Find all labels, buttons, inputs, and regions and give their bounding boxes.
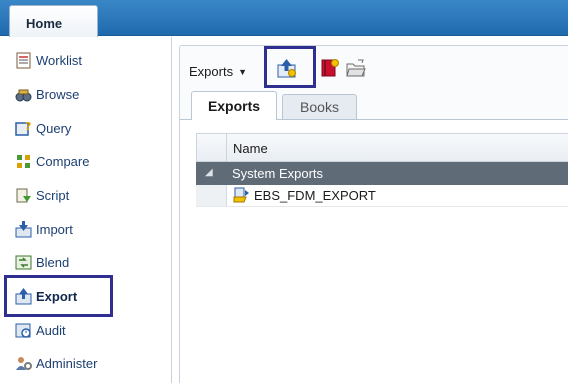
exports-menu-label: Exports (189, 64, 234, 79)
sidebar-item-label: Browse (36, 86, 80, 102)
collapse-triangle-icon[interactable]: ◢ (205, 167, 213, 178)
top-bar: Home (0, 0, 568, 37)
sidebar-nav: Worklist Browse ? Query Compare Script I… (0, 37, 172, 383)
row-header-cell (196, 185, 227, 206)
audit-icon (15, 323, 31, 338)
row-name: EBS_FDM_EXPORT (254, 188, 376, 203)
query-icon: ? (15, 120, 31, 136)
export-definition-icon (233, 187, 249, 203)
sidebar-item-browse[interactable]: Browse (15, 81, 79, 107)
import-icon (15, 220, 32, 237)
grid-corner-cell (197, 134, 227, 161)
tab-home[interactable]: Home (9, 5, 98, 37)
column-header-name[interactable]: Name (233, 141, 268, 156)
sidebar-item-worklist[interactable]: Worklist (15, 47, 82, 73)
new-export-highlight-box (264, 46, 316, 88)
exports-tab-content: Name ◢ System Exports EBS_FDM_EXPORT (180, 119, 568, 383)
sidebar-item-blend[interactable]: Blend (15, 249, 69, 275)
sidebar-item-label: Audit (36, 322, 66, 338)
sidebar-item-audit[interactable]: Audit (15, 317, 66, 343)
group-label: System Exports (232, 166, 324, 181)
group-row-system-exports[interactable]: ◢ System Exports (196, 162, 568, 185)
tab-exports[interactable]: Exports (191, 91, 277, 120)
browse-icon (15, 89, 32, 101)
grid-header: Name (196, 133, 568, 162)
sidebar-item-label: Compare (36, 153, 90, 169)
sidebar-item-compare[interactable]: Compare (15, 148, 89, 174)
open-folder-icon[interactable] (346, 58, 366, 78)
new-book-icon[interactable] (320, 58, 340, 78)
worklist-icon (16, 52, 31, 68)
sidebar-item-label: Administer (36, 355, 98, 371)
compare-icon (17, 154, 30, 168)
sidebar-item-label: Worklist (36, 52, 82, 68)
administer-icon (16, 356, 32, 370)
sidebar-item-label: Script (36, 187, 70, 203)
main-panel: Exports ▼ Exports Books Name ◢ System Ex… (179, 45, 568, 383)
tab-books[interactable]: Books (282, 94, 357, 120)
blend-icon (15, 255, 32, 269)
sidebar-item-import[interactable]: Import (15, 216, 73, 242)
dropdown-caret-icon: ▼ (238, 66, 247, 77)
table-row[interactable]: EBS_FDM_EXPORT (196, 185, 568, 207)
sidebar-item-script[interactable]: Script (15, 182, 69, 208)
script-icon (16, 188, 31, 202)
sidebar-item-label: Import (36, 221, 73, 237)
export-highlight-box (4, 275, 113, 317)
sidebar-item-label: Query (36, 120, 72, 136)
sidebar-item-label: Blend (36, 254, 70, 270)
sidebar-item-administer[interactable]: Administer (15, 350, 97, 376)
exports-menu[interactable]: Exports ▼ (189, 64, 247, 79)
svg-text:?: ? (25, 120, 31, 133)
sidebar-item-query[interactable]: ? Query (15, 115, 71, 141)
